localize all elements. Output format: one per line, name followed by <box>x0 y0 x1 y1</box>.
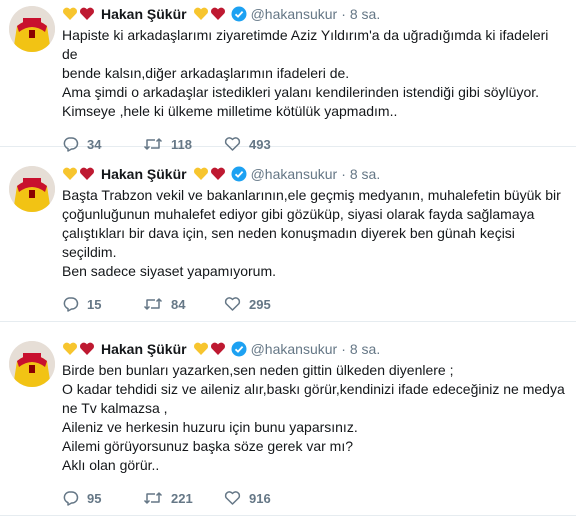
tweet-header: Hakan Şükür @hakansukur · 8 sa. <box>62 339 566 359</box>
like-icon <box>224 297 241 311</box>
separator-dot: · <box>341 341 346 357</box>
author-name[interactable]: Hakan Şükür <box>101 341 187 357</box>
emoji-hearts <box>62 341 96 357</box>
tweet-text-line: Aileniz ve herkesin huzuru için bunu yap… <box>62 419 358 435</box>
tweet-text-line: Birde ben bunları yazarken,sen neden git… <box>62 362 454 378</box>
retweet-button[interactable]: 221 <box>143 490 224 506</box>
tweet-header: Hakan Şükür @hakansukur · 8 sa. <box>62 164 566 184</box>
tweet-text-line: Kimseye ,hele ki ülkeme milletime kötülü… <box>62 103 398 119</box>
emoji-hearts <box>193 166 227 182</box>
verified-badge-icon <box>231 341 247 357</box>
tweet-text: Birde ben bunları yazarken,sen neden git… <box>62 361 566 475</box>
tweet[interactable]: Hakan Şükür @hakansukur · 8 sa. Hapiste … <box>0 0 576 152</box>
emoji-hearts <box>193 341 227 357</box>
reply-button[interactable]: 95 <box>62 490 143 506</box>
author-handle[interactable]: @hakansukur <box>251 341 338 357</box>
avatar[interactable] <box>9 166 55 212</box>
reply-count: 95 <box>87 490 102 506</box>
tweet[interactable]: Hakan Şükür @hakansukur · 8 sa. Başta Tr… <box>0 147 576 322</box>
tweet-text-line: Ben sadece siyaset yapamıyorum. <box>62 263 276 279</box>
tweet-text-line: Aklı olan görür.. <box>62 457 160 473</box>
tweet-text-line: Hapiste ki arkadaşlarımı ziyaretimde Azi… <box>62 27 549 62</box>
tweet-text: Başta Trabzon vekil ve bakanlarının,ele … <box>62 186 566 281</box>
tweet-time[interactable]: 8 sa. <box>350 341 380 357</box>
tweet-actions: 95 221 916 <box>62 488 566 508</box>
tweet-time[interactable]: 8 sa. <box>350 6 380 22</box>
tweet-text-line: çalıştıkları bir dava için, sen neden ko… <box>62 225 515 241</box>
tweet-text-line: bende kalsın,diğer arkadaşlarımın ifadel… <box>62 65 350 81</box>
retweet-button[interactable]: 84 <box>143 296 224 312</box>
yellow-heart-icon <box>63 342 77 355</box>
reply-icon <box>63 491 79 506</box>
red-heart-icon <box>210 342 225 355</box>
separator-dot: · <box>341 166 346 182</box>
like-icon <box>224 491 241 505</box>
retweet-count: 84 <box>171 296 186 312</box>
verified-badge-icon <box>231 6 247 22</box>
reply-icon <box>63 297 79 312</box>
like-count: 295 <box>249 296 271 312</box>
author-handle[interactable]: @hakansukur <box>251 166 338 182</box>
emoji-hearts <box>62 166 96 182</box>
author-name[interactable]: Hakan Şükür <box>101 166 187 182</box>
red-heart-icon <box>80 342 94 355</box>
tweet-text-line: O kadar tehdidi siz ve aileniz alır,bask… <box>62 381 565 397</box>
author-name[interactable]: Hakan Şükür <box>101 6 187 22</box>
like-button[interactable]: 295 <box>224 296 305 312</box>
tweet-text-line: Başta Trabzon vekil ve bakanlarının,ele … <box>62 187 561 203</box>
tweet-text-line: seçildim. <box>62 244 117 260</box>
red-heart-icon <box>210 167 225 180</box>
reply-count: 15 <box>87 296 102 312</box>
tweet-text-line: çoğunluğunun muhalefet ediyor gibi gözük… <box>62 206 535 222</box>
tweet-text: Hapiste ki arkadaşlarımı ziyaretimde Azi… <box>62 26 566 121</box>
retweet-icon <box>143 298 163 310</box>
separator-dot: · <box>341 6 346 22</box>
tweet-header: Hakan Şükür @hakansukur · 8 sa. <box>62 4 566 24</box>
author-handle[interactable]: @hakansukur <box>251 6 338 22</box>
like-button[interactable]: 916 <box>224 490 305 506</box>
retweet-count: 221 <box>171 490 193 506</box>
avatar[interactable] <box>9 6 55 52</box>
yellow-heart-icon <box>193 342 208 355</box>
tweet-actions: 15 84 295 <box>62 294 566 314</box>
red-heart-icon <box>210 7 225 20</box>
verified-badge-icon <box>231 166 247 182</box>
yellow-heart-icon <box>63 7 77 20</box>
red-heart-icon <box>80 7 94 20</box>
red-heart-icon <box>80 167 94 180</box>
tweet-text-line: ne Tv kalmazsa , <box>62 400 168 416</box>
tweet-time[interactable]: 8 sa. <box>350 166 380 182</box>
avatar[interactable] <box>9 341 55 387</box>
retweet-icon <box>143 492 163 504</box>
emoji-hearts <box>193 6 227 22</box>
tweet-text-line: Ailemi görüyorsunuz başka söze gerek var… <box>62 438 354 454</box>
yellow-heart-icon <box>63 167 77 180</box>
tweet-feed: Hakan Şükür @hakansukur · 8 sa. Hapiste … <box>0 0 576 516</box>
like-count: 916 <box>249 490 271 506</box>
tweet[interactable]: Hakan Şükür @hakansukur · 8 sa. Birde be… <box>0 322 576 516</box>
emoji-hearts <box>62 6 96 22</box>
tweet-text-line: Ama şimdi o arkadaşlar istedikleri yalan… <box>62 84 540 100</box>
reply-button[interactable]: 15 <box>62 296 143 312</box>
yellow-heart-icon <box>193 7 208 20</box>
yellow-heart-icon <box>193 167 208 180</box>
